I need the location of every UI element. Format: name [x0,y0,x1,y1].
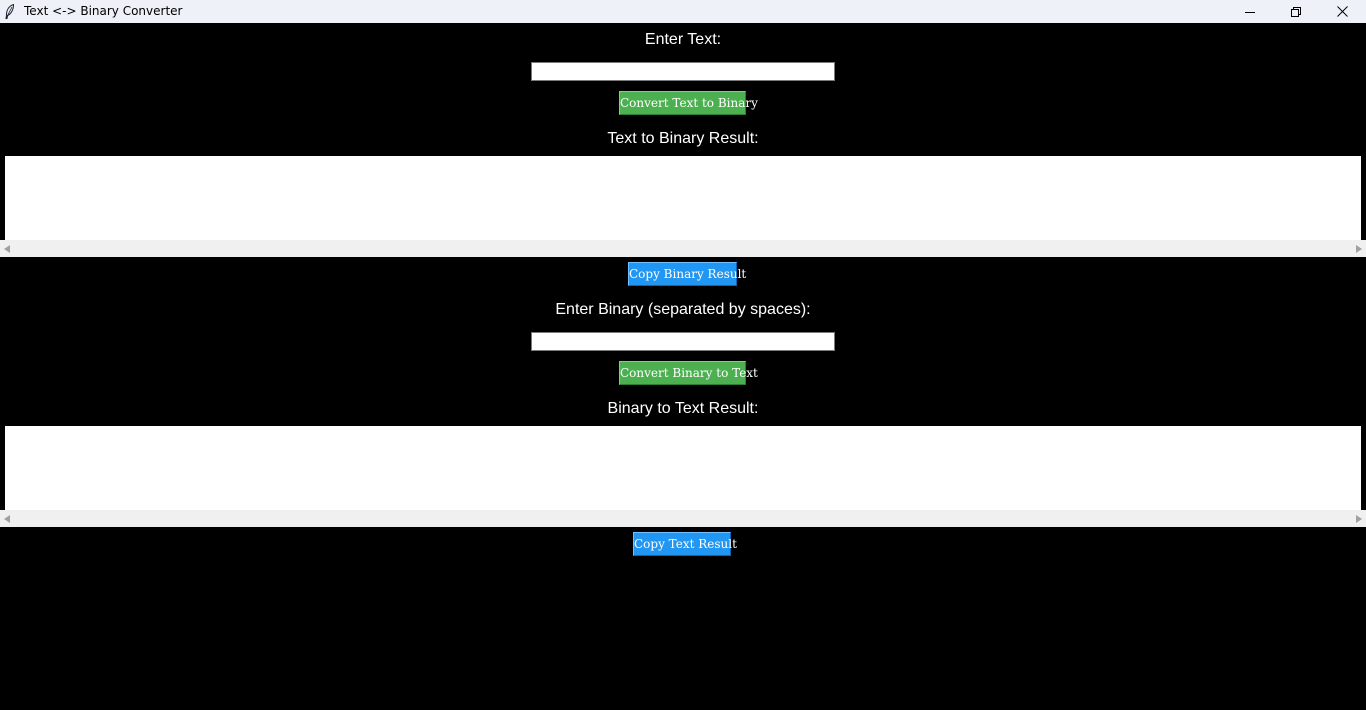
binary-to-text-result-label: Binary to Text Result: [607,400,759,417]
text-input[interactable] [531,62,835,81]
restore-button[interactable] [1273,0,1319,23]
text-result-horizontal-scrollbar[interactable] [0,510,1366,527]
minimize-button[interactable] [1227,0,1273,23]
scroll-left-arrow-icon[interactable] [0,510,14,527]
text-to-binary-result-label: Text to Binary Result: [607,130,759,147]
window-title: Text <-> Binary Converter [24,4,183,18]
scroll-left-arrow-icon[interactable] [0,240,14,257]
close-button[interactable] [1319,0,1365,23]
text-result-textbox[interactable] [5,426,1361,511]
convert-binary-to-text-button[interactable]: Convert Binary to Text [619,361,758,385]
binary-result-horizontal-scrollbar[interactable] [0,240,1366,257]
scroll-right-arrow-icon[interactable] [1352,240,1366,257]
convert-text-to-binary-button[interactable]: Convert Text to Binary [619,91,758,115]
title-bar[interactable]: Text <-> Binary Converter [0,0,1366,23]
copy-text-result-button[interactable]: Copy Text Result [633,532,737,556]
binary-result-textbox[interactable] [5,156,1361,241]
feather-icon [5,4,15,19]
enter-binary-label: Enter Binary (separated by spaces): [555,301,811,318]
close-icon [1336,6,1348,17]
restore-icon [1291,6,1301,17]
minimize-icon [1245,11,1255,13]
enter-text-label: Enter Text: [644,31,722,48]
app-window: Text <-> Binary Converter Enter Text: Co… [0,0,1366,710]
copy-binary-result-button[interactable]: Copy Binary Result [628,262,746,286]
binary-input[interactable] [531,332,835,351]
scroll-right-arrow-icon[interactable] [1352,510,1366,527]
